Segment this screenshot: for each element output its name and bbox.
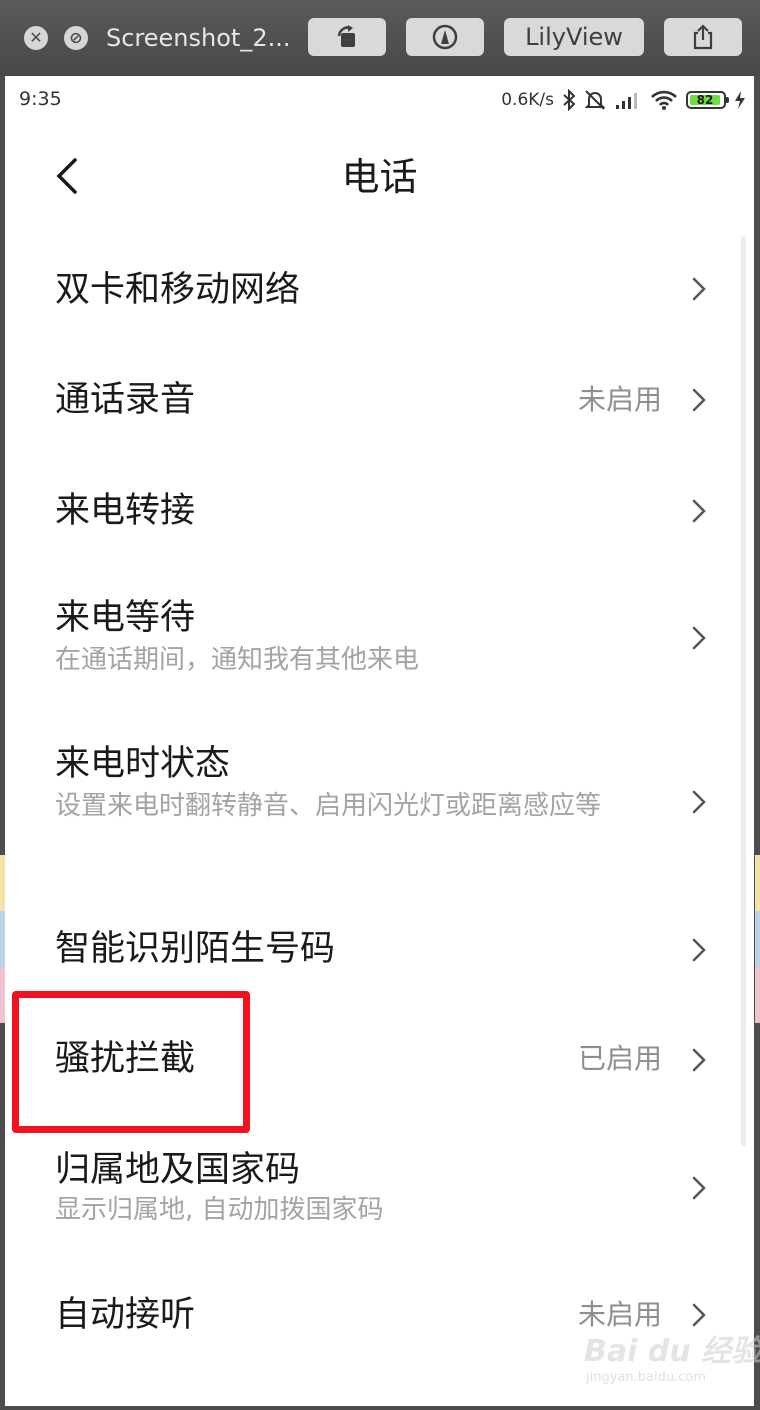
status-bar: 9:35 0.6K/s 82 (5, 76, 754, 122)
row-title: 归属地及国家码 (55, 1150, 301, 1190)
share-button[interactable] (664, 18, 742, 56)
share-icon (693, 24, 713, 50)
highlight-annotation (12, 991, 250, 1133)
charging-icon (735, 91, 745, 109)
row-value: 未启用 (577, 383, 662, 416)
battery-level: 82 (690, 94, 720, 106)
chevron-right-icon (692, 1176, 706, 1200)
phone-screen: 9:35 0.6K/s 82 电话 双卡和移动网络 通话录音 未启用 来电转接 … (5, 76, 754, 1406)
close-icon[interactable]: ✕ (24, 26, 48, 50)
row-title: 智能识别陌生号码 (55, 929, 336, 969)
row-title: 通话录音 (55, 380, 196, 420)
pen-icon (432, 24, 458, 50)
chevron-right-icon (692, 790, 706, 814)
chevron-right-icon (692, 499, 706, 523)
bluetooth-icon (563, 89, 576, 111)
setting-row-location-code[interactable]: 归属地及国家码 显示归属地, 自动加拨国家码 (5, 1122, 754, 1256)
markup-button[interactable] (406, 18, 484, 56)
chevron-right-icon (692, 388, 706, 412)
row-title: 来电等待 (55, 598, 196, 638)
setting-row-call-recording[interactable]: 通话录音 未启用 (5, 338, 754, 450)
side-strip (755, 967, 760, 1023)
network-speed: 0.6K/s (501, 90, 554, 110)
row-subtitle: 在通话期间，通知我有其他来电 (55, 645, 420, 675)
page-title: 电话 (341, 155, 418, 199)
row-title: 来电转接 (55, 491, 196, 531)
chevron-right-icon (692, 626, 706, 650)
minimize-icon[interactable]: ⊘ (64, 26, 88, 50)
chevron-right-icon (692, 1303, 706, 1327)
setting-row-call-waiting[interactable]: 来电等待 在通话期间，通知我有其他来电 (5, 562, 754, 696)
viewer-toolbar: ✕ ⊘ Screenshot_2... LilyView (0, 0, 760, 76)
setting-row-dual-sim[interactable]: 双卡和移动网络 (5, 226, 754, 352)
lilyview-button[interactable]: LilyView (504, 18, 644, 56)
rotate-button[interactable] (308, 18, 386, 56)
signal-icon (616, 93, 637, 109)
chevron-right-icon (692, 277, 706, 301)
baidu-watermark: Bai du 经验 jingyan.baidu.com (584, 1326, 760, 1396)
viewer-window: ✕ ⊘ Screenshot_2... LilyView 9:35 0.6K/s… (0, 0, 760, 1410)
row-subtitle: 设置来电时翻转静音、启用闪光灯或距离感应等 (55, 791, 602, 821)
chevron-right-icon (692, 938, 706, 962)
watermark-url: jingyan.baidu.com (586, 1370, 706, 1385)
chevron-right-icon (692, 1048, 706, 1072)
battery-icon: 82 (686, 91, 729, 109)
setting-row-incoming-state[interactable]: 来电时状态 设置来电时翻转静音、启用闪光灯或距离感应等 (5, 696, 754, 886)
wifi-icon (651, 90, 677, 110)
status-time: 9:35 (19, 88, 62, 110)
mute-bell-icon (584, 90, 606, 110)
side-strip (755, 855, 760, 911)
watermark-logo: Bai du 经验 (584, 1334, 760, 1369)
setting-row-call-forwarding[interactable]: 来电转接 (5, 450, 754, 562)
row-subtitle: 显示归属地, 自动加拨国家码 (55, 1195, 384, 1225)
row-title: 自动接听 (55, 1295, 196, 1335)
viewer-title: Screenshot_2... (106, 24, 291, 52)
page-header: 电话 (5, 136, 754, 216)
rotate-icon (337, 25, 355, 47)
row-value: 已启用 (577, 1042, 662, 1075)
status-icons: 0.6K/s 82 (501, 86, 746, 114)
row-title: 来电时状态 (55, 744, 231, 784)
row-title: 双卡和移动网络 (55, 270, 301, 310)
side-strip (755, 911, 760, 967)
